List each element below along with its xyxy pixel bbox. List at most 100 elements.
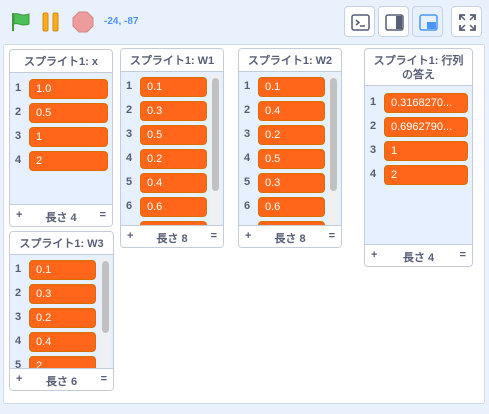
small-stage-button[interactable] <box>378 6 409 37</box>
item-index: 3 <box>126 128 133 140</box>
pause-icon[interactable] <box>39 10 63 34</box>
console-button[interactable] <box>344 6 375 37</box>
item-value[interactable]: 0.3 <box>140 101 207 121</box>
fullscreen-button[interactable] <box>451 6 482 37</box>
list-monitor-answer[interactable]: スプライト1: 行列の答え 1 0.3168270... 2 0.6962790… <box>364 48 473 267</box>
list-item: 3 0.5 <box>121 123 223 147</box>
resize-handle[interactable]: = <box>211 230 217 242</box>
monitor-footer: + 長さ 4 = <box>365 244 472 266</box>
list-item: 4 2 <box>10 149 112 173</box>
list-monitor-x[interactable]: スプライト1: x 1 1.0 2 0.5 3 1 4 2 + 長さ 4 = <box>9 49 113 227</box>
item-value[interactable]: 0.4 <box>29 332 96 352</box>
item-value[interactable]: 2 <box>384 165 468 185</box>
item-index: 1 <box>370 96 377 108</box>
item-index: 2 <box>15 287 22 299</box>
item-index: 3 <box>370 144 377 156</box>
list-item: 6 0.6 <box>239 195 341 219</box>
console-icon <box>351 14 370 31</box>
large-stage-button[interactable] <box>412 6 443 37</box>
item-value[interactable]: 0.4 <box>140 173 207 193</box>
scrollbar[interactable] <box>329 75 338 227</box>
item-value[interactable]: 0.1 <box>140 77 207 97</box>
item-value[interactable]: 0.5 <box>258 149 325 169</box>
monitor-title: スプライト1: x <box>10 50 112 73</box>
item-index: 5 <box>244 176 251 188</box>
item-index: 2 <box>15 106 22 118</box>
item-index: 5 <box>126 176 133 188</box>
stop-icon[interactable] <box>71 10 95 34</box>
resize-handle[interactable]: = <box>460 249 466 261</box>
item-value[interactable]: 2 <box>29 151 108 171</box>
list-item: 1 0.1 <box>10 258 113 282</box>
item-index: 4 <box>370 168 377 180</box>
large-stage-icon <box>419 14 438 31</box>
item-index: 2 <box>126 104 133 116</box>
item-index: 4 <box>15 335 22 347</box>
monitor-title: スプライト1: 行列の答え <box>365 49 472 86</box>
scrollbar-thumb[interactable] <box>102 261 109 333</box>
monitor-title: スプライト1: W1 <box>121 49 223 72</box>
resize-handle[interactable]: = <box>101 373 107 385</box>
item-value[interactable]: 0.2 <box>29 308 96 328</box>
list-length: 長さ 4 <box>45 212 77 224</box>
item-index: 1 <box>15 263 22 275</box>
item-value[interactable]: 1 <box>29 127 108 147</box>
item-index: 3 <box>244 128 251 140</box>
list-item: 3 0.2 <box>10 306 113 330</box>
monitor-title: スプライト1: W3 <box>10 232 113 255</box>
scrollbar[interactable] <box>211 75 220 227</box>
item-value[interactable]: 0.2 <box>140 149 207 169</box>
item-index: 6 <box>244 200 251 212</box>
list-length: 長さ 6 <box>45 376 78 388</box>
list-item: 5 0.3 <box>239 171 341 195</box>
monitor-footer: + 長さ 8 = <box>121 225 223 247</box>
scrollbar-thumb[interactable] <box>330 78 337 191</box>
mouse-coordinates: -24, -87 <box>104 16 139 27</box>
green-flag-icon[interactable] <box>9 10 33 34</box>
item-index: 4 <box>15 154 22 166</box>
resize-handle[interactable]: = <box>329 230 335 242</box>
monitor-title: スプライト1: W2 <box>239 49 341 72</box>
item-value[interactable]: 0.5 <box>140 125 207 145</box>
list-monitor-w3[interactable]: スプライト1: W3 1 0.1 2 0.3 3 0.2 4 0.4 5 2 +… <box>9 231 114 391</box>
item-value[interactable]: 0.6 <box>140 197 207 217</box>
list-item: 2 0.3 <box>10 282 113 306</box>
list-monitor-w2[interactable]: スプライト1: W2 1 0.1 2 0.4 3 0.2 4 0.5 5 0.3 <box>238 48 342 248</box>
resize-handle[interactable]: = <box>100 209 106 221</box>
item-value[interactable]: 0.1 <box>258 77 325 97</box>
item-value[interactable]: 0.4 <box>258 101 325 121</box>
item-value[interactable]: 1 <box>384 141 468 161</box>
item-value[interactable]: 1.0 <box>29 79 108 99</box>
item-value[interactable]: 0.3 <box>29 284 96 304</box>
list-length: 長さ 8 <box>156 233 188 245</box>
item-index: 1 <box>244 80 251 92</box>
item-value[interactable]: 0.2 <box>258 125 325 145</box>
list-item: 4 0.2 <box>121 147 223 171</box>
item-value[interactable]: 0.3 <box>258 173 325 193</box>
item-value[interactable]: 0.6962790... <box>384 117 468 137</box>
list-item: 2 0.6962790... <box>365 115 472 139</box>
small-stage-icon <box>385 14 404 31</box>
list-item: 5 0.4 <box>121 171 223 195</box>
list-item: 1 0.1 <box>121 75 223 99</box>
list-item: 2 0.3 <box>121 99 223 123</box>
item-value[interactable]: 0.3168270... <box>384 93 468 113</box>
list-item: 3 1 <box>365 139 472 163</box>
list-item: 4 0.5 <box>239 147 341 171</box>
item-index: 4 <box>244 152 251 164</box>
item-index: 1 <box>126 80 133 92</box>
list-monitor-w1[interactable]: スプライト1: W1 1 0.1 2 0.3 3 0.5 4 0.2 5 0.4 <box>120 48 224 248</box>
item-index: 2 <box>370 120 377 132</box>
item-index: 1 <box>15 82 22 94</box>
item-value[interactable]: 0.5 <box>29 103 108 123</box>
item-value[interactable]: 0.1 <box>29 260 96 280</box>
list-length: 長さ 8 <box>274 233 306 245</box>
list-item: 2 0.4 <box>239 99 341 123</box>
fullscreen-icon <box>459 14 476 31</box>
scrollbar[interactable] <box>101 258 110 370</box>
item-value[interactable]: 0.6 <box>258 197 325 217</box>
stage[interactable]: スプライト1: x 1 1.0 2 0.5 3 1 4 2 + 長さ 4 = ス… <box>3 44 485 404</box>
list-item: 1 0.3168270... <box>365 91 472 115</box>
list-item: 4 0.4 <box>10 330 113 354</box>
scrollbar-thumb[interactable] <box>212 78 219 191</box>
